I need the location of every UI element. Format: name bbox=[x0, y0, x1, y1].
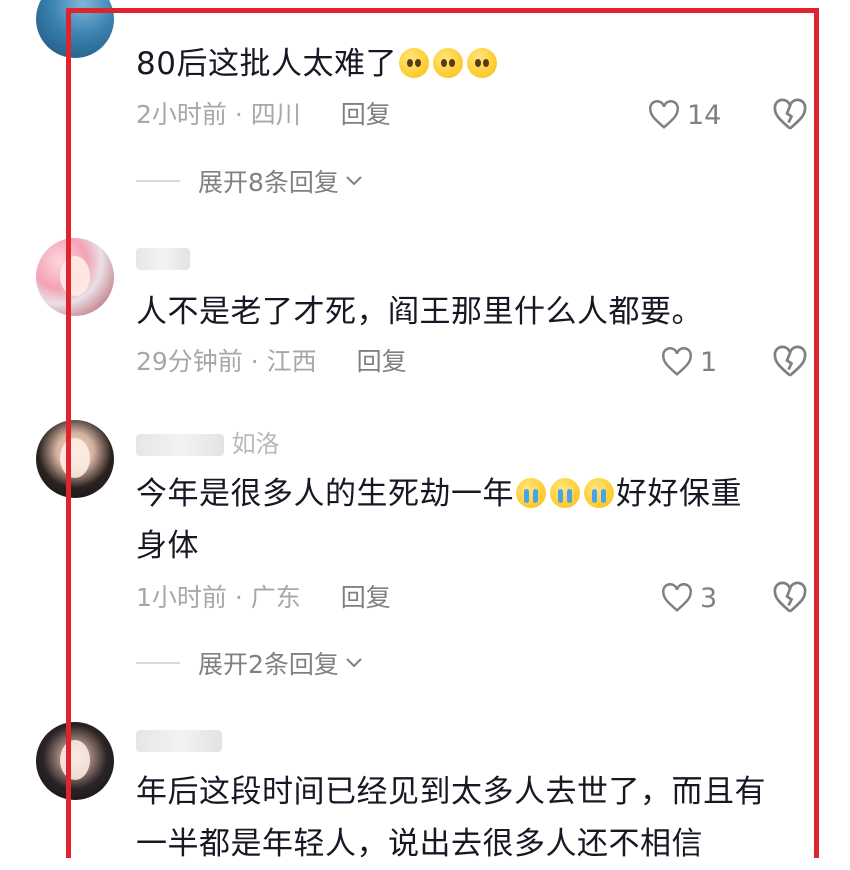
crying-face-emoji-icon bbox=[550, 478, 580, 508]
time-location: 1小时前 · 广东 bbox=[136, 583, 301, 612]
heart-outline-icon bbox=[649, 100, 679, 129]
heart-outline-icon bbox=[662, 347, 692, 376]
like-button[interactable]: 3 bbox=[660, 581, 717, 615]
pleading-face-emoji-icon bbox=[398, 48, 429, 78]
divider bbox=[136, 180, 180, 182]
chevron-down-icon bbox=[346, 658, 362, 668]
expand-replies-button[interactable]: 展开8条回复 bbox=[136, 164, 363, 198]
expand-replies-button[interactable]: 展开2条回复 bbox=[136, 646, 363, 680]
comment-meta: 1小时前 · 广东 回复 bbox=[136, 581, 391, 615]
comment-text: 今年是很多人的生死劫一年 好好保重 身体 bbox=[136, 476, 742, 564]
chevron-down-icon bbox=[346, 176, 362, 186]
reply-button[interactable]: 回复 bbox=[357, 347, 407, 376]
comment-meta: 29分钟前 · 江西 回复 bbox=[136, 345, 407, 379]
avatar[interactable] bbox=[36, 420, 114, 498]
like-button[interactable]: 1 bbox=[660, 345, 717, 379]
avatar[interactable] bbox=[36, 238, 114, 316]
nickname[interactable]: 如洛 bbox=[136, 424, 280, 458]
time-location: 29分钟前 · 江西 bbox=[136, 347, 317, 376]
time-location: 2小时前 · 四川 bbox=[136, 100, 301, 129]
comment-meta: 2小时前 · 四川 回复 bbox=[136, 98, 391, 132]
like-count: 14 bbox=[687, 99, 722, 131]
like-button[interactable]: 14 bbox=[647, 98, 721, 132]
avatar[interactable] bbox=[36, 722, 114, 800]
nickname[interactable] bbox=[136, 244, 190, 274]
nickname[interactable] bbox=[136, 726, 222, 756]
comment-text: 年后这段时间已经见到太多人去世了，而且有 一半都是年轻人，说出去很多人还不相信 bbox=[136, 774, 766, 862]
reply-button[interactable]: 回复 bbox=[341, 100, 391, 129]
crying-face-emoji-icon bbox=[516, 478, 546, 508]
broken-heart-icon[interactable] bbox=[772, 581, 808, 615]
pleading-face-emoji-icon bbox=[466, 48, 497, 78]
divider bbox=[136, 662, 180, 664]
broken-heart-icon[interactable] bbox=[772, 345, 808, 379]
broken-heart-icon[interactable] bbox=[772, 98, 808, 132]
like-count: 3 bbox=[700, 582, 718, 614]
crying-face-emoji-icon bbox=[584, 478, 614, 508]
pleading-face-emoji-icon bbox=[432, 48, 463, 78]
avatar[interactable] bbox=[36, 0, 114, 58]
like-count: 1 bbox=[700, 346, 718, 378]
comment-text: 80后这批人太难了 bbox=[136, 38, 804, 90]
comment-text: 人不是老了才死，阎王那里什么人都要。 bbox=[136, 294, 703, 330]
reply-button[interactable]: 回复 bbox=[341, 583, 391, 612]
heart-outline-icon bbox=[662, 583, 692, 612]
